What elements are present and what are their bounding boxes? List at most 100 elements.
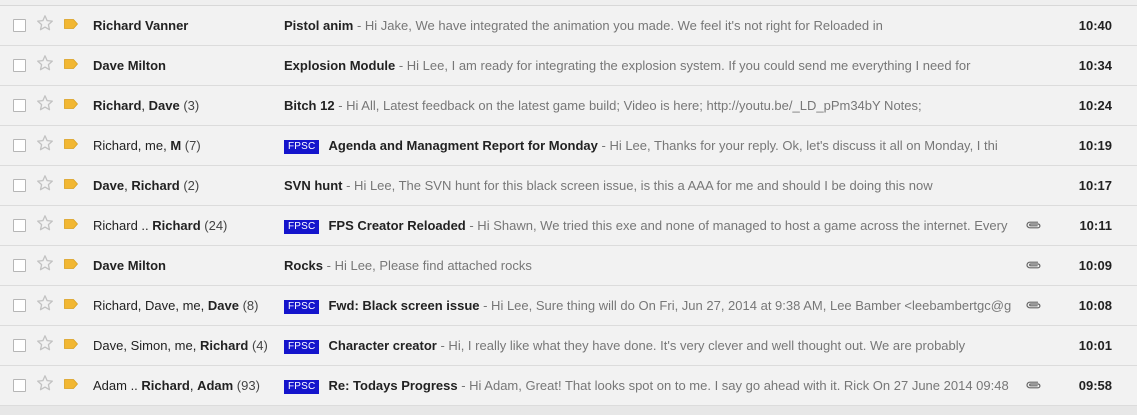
email-subject: Explosion Module (284, 58, 396, 73)
email-subject: FPS Creator Reloaded (328, 218, 466, 233)
checkbox-icon[interactable] (13, 219, 26, 232)
thread-count: (7) (181, 138, 201, 153)
sender-names: Richard Vanner (93, 18, 278, 34)
sender-name-part: Dave (207, 298, 239, 313)
sender-names: Dave Milton (93, 58, 278, 74)
star-icon[interactable] (36, 254, 54, 272)
email-snippet: - Hi Lee, The SVN hunt for this black sc… (342, 178, 933, 193)
important-label-icon[interactable] (64, 219, 78, 229)
important-label-icon[interactable] (64, 179, 78, 189)
email-subject: Rocks (284, 258, 324, 273)
star-icon[interactable] (36, 174, 54, 192)
email-snippet: - Hi Shawn, We tried this exe and none o… (465, 218, 1008, 233)
email-snippet: - Hi Lee, Thanks for your reply. Ok, let… (597, 138, 998, 153)
email-row[interactable]: Richard Vanner Pistol anim - Hi Jake, We… (0, 6, 1137, 46)
sender-name-part: Richard, Dave, me, (93, 298, 208, 313)
email-row[interactable]: Dave Milton Rocks - Hi Lee, Please find … (0, 246, 1137, 286)
checkbox-icon[interactable] (13, 99, 26, 112)
checkbox-icon[interactable] (13, 299, 26, 312)
email-snippet: - Hi Adam, Great! That looks spot on to … (457, 378, 1009, 393)
sender-name-part: Dave (148, 98, 180, 113)
important-label-icon[interactable] (64, 339, 78, 349)
subject-line: Bitch 12 - Hi All, Latest feedback on th… (284, 98, 1016, 114)
email-subject: Fwd: Black screen issue (328, 298, 480, 313)
sender-name-part: Dave, Simon, me, (93, 338, 200, 353)
subject-line: FPSC FPS Creator Reloaded - Hi Shawn, We … (284, 218, 1016, 234)
important-label-icon[interactable] (64, 299, 78, 309)
checkbox-icon[interactable] (13, 339, 26, 352)
paperclip-icon (1026, 381, 1041, 389)
email-time: 10:19 (1078, 138, 1112, 153)
email-row[interactable]: Dave, Richard (2) SVN hunt - Hi Lee, The… (0, 166, 1137, 206)
important-label-icon[interactable] (64, 99, 78, 109)
star-icon[interactable] (36, 94, 54, 112)
email-snippet: - Hi Lee, I am ready for integrating the… (395, 58, 971, 73)
sender-name-part: Richard (131, 178, 180, 193)
subject-line: FPSC Fwd: Black screen issue - Hi Lee, Su… (284, 298, 1016, 314)
important-label-icon[interactable] (64, 19, 78, 29)
sender-names: Richard, Dave (3) (93, 98, 278, 114)
email-snippet: - Hi Lee, Please find attached rocks (323, 258, 532, 273)
email-row[interactable]: Dave, Simon, me, Richard (4) FPSC Charact… (0, 326, 1137, 366)
star-icon[interactable] (36, 54, 54, 72)
important-label-icon[interactable] (64, 139, 78, 149)
important-label-icon[interactable] (64, 59, 78, 69)
email-time: 10:40 (1078, 18, 1112, 33)
list-bottom-edge (0, 406, 1137, 415)
fpsc-label-tag[interactable]: FPSC (284, 300, 320, 314)
email-snippet: - Hi, I really like what they have done.… (436, 338, 966, 353)
email-time: 10:34 (1078, 58, 1112, 73)
important-label-icon[interactable] (64, 379, 78, 389)
fpsc-label-tag[interactable]: FPSC (284, 380, 320, 394)
email-time: 10:11 (1079, 218, 1112, 233)
sender-names: Richard, Dave, me, Dave (8) (93, 298, 278, 314)
star-icon[interactable] (36, 134, 54, 152)
sender-name-part: Richard, me, (93, 138, 171, 153)
email-subject: Agenda and Managment Report for Monday (328, 138, 598, 153)
fpsc-label-tag[interactable]: FPSC (284, 220, 320, 234)
email-row[interactable]: Adam .. Richard, Adam (93) FPSC Re: Today… (0, 366, 1137, 406)
star-icon[interactable] (36, 14, 54, 32)
email-snippet: - Hi All, Latest feedback on the latest … (334, 98, 922, 113)
email-row[interactable]: Richard, Dave, me, Dave (8) FPSC Fwd: Bla… (0, 286, 1137, 326)
sender-name-part: Dave (93, 178, 125, 193)
checkbox-icon[interactable] (13, 59, 26, 72)
sender-names: Richard, me, M (7) (93, 138, 278, 154)
checkbox-icon[interactable] (13, 19, 26, 32)
email-time: 09:58 (1078, 378, 1112, 393)
sender-names: Dave, Simon, me, Richard (4) (93, 338, 278, 354)
fpsc-label-tag[interactable]: FPSC (284, 340, 320, 354)
star-icon[interactable] (36, 374, 54, 392)
important-label-icon[interactable] (64, 259, 78, 269)
email-time: 10:24 (1078, 98, 1112, 113)
email-subject: Pistol anim (284, 18, 354, 33)
sender-name-part: Richard Vanner (93, 18, 189, 33)
email-subject: SVN hunt (284, 178, 343, 193)
sender-name-part: Adam .. (93, 378, 142, 393)
fpsc-label-tag[interactable]: FPSC (284, 140, 320, 154)
email-subject: Re: Todays Progress (328, 378, 458, 393)
star-icon[interactable] (36, 214, 54, 232)
sender-name-part: M (170, 138, 182, 153)
checkbox-icon[interactable] (13, 139, 26, 152)
email-snippet: - Hi Lee, Sure thing will do On Fri, Jun… (479, 298, 1012, 313)
checkbox-icon[interactable] (13, 179, 26, 192)
sender-name-part: Dave Milton (93, 258, 166, 273)
subject-line: FPSC Agenda and Managment Report for Mond… (284, 138, 1016, 154)
email-snippet: - Hi Jake, We have integrated the animat… (353, 18, 883, 33)
sender-name-part: Dave Milton (93, 58, 166, 73)
email-row[interactable]: Richard, Dave (3) Bitch 12 - Hi All, Lat… (0, 86, 1137, 126)
sender-name-part: Richard (141, 378, 190, 393)
email-row[interactable]: Richard .. Richard (24) FPSC FPS Creator … (0, 206, 1137, 246)
checkbox-icon[interactable] (13, 379, 26, 392)
star-icon[interactable] (36, 294, 54, 312)
sender-name-part: Adam (197, 378, 234, 393)
thread-count: (93) (233, 378, 260, 393)
subject-line: Explosion Module - Hi Lee, I am ready fo… (284, 58, 1016, 74)
subject-line: Pistol anim - Hi Jake, We have integrate… (284, 18, 1016, 34)
email-row[interactable]: Dave Milton Explosion Module - Hi Lee, I… (0, 46, 1137, 86)
email-row[interactable]: Richard, me, M (7) FPSC Agenda and Managm… (0, 126, 1137, 166)
star-icon[interactable] (36, 334, 54, 352)
sender-name-part: Richard (152, 218, 201, 233)
checkbox-icon[interactable] (13, 259, 26, 272)
